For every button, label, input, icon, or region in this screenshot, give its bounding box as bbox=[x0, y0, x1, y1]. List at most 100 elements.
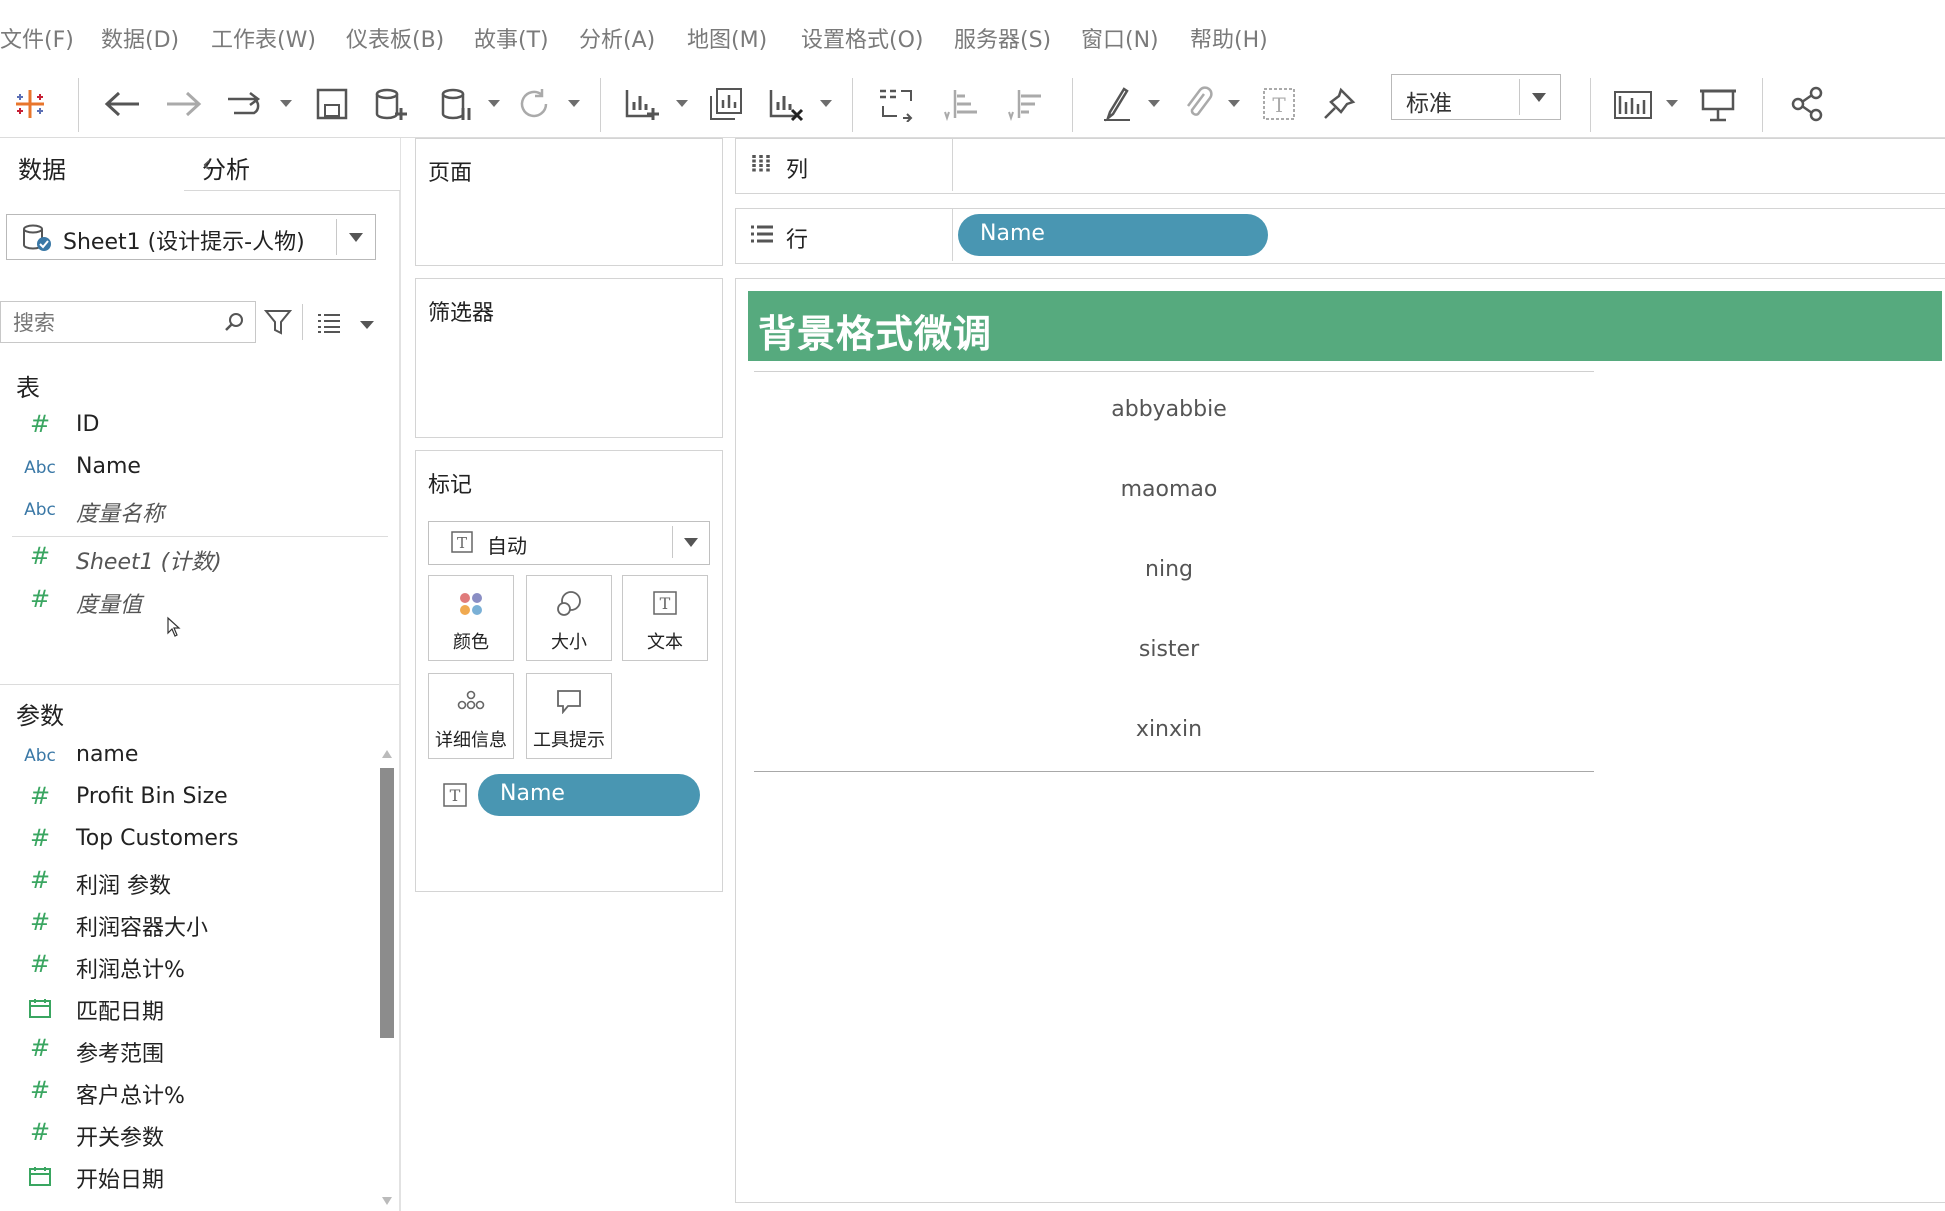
columns-shelf-label: 列 bbox=[736, 139, 953, 191]
filter-icon[interactable] bbox=[263, 308, 293, 340]
scroll-down-icon[interactable] bbox=[382, 1197, 392, 1205]
detail-button[interactable]: 详细信息 bbox=[428, 673, 514, 759]
redo-icon[interactable] bbox=[162, 82, 206, 126]
dimension-string-icon: Abc bbox=[24, 458, 56, 478]
menu-worksheet[interactable]: 工作表(W) bbox=[211, 22, 316, 54]
fit-select-value: 标准 bbox=[1406, 91, 1452, 117]
table-row[interactable]: sister bbox=[748, 637, 1590, 662]
save-icon[interactable] bbox=[312, 82, 352, 126]
pill-label: Name bbox=[980, 221, 1045, 246]
filters-card[interactable]: 筛选器 bbox=[415, 278, 723, 438]
sort-descending-icon[interactable] bbox=[1004, 82, 1048, 126]
parameter-item[interactable]: Abc name bbox=[0, 738, 390, 778]
rows-shelf[interactable]: 行 Name bbox=[735, 208, 1945, 264]
new-datasource-icon[interactable] bbox=[370, 82, 412, 126]
menu-window[interactable]: 窗口(N) bbox=[1081, 22, 1159, 54]
menu-map[interactable]: 地图(M) bbox=[687, 22, 767, 54]
detail-label: 详细信息 bbox=[435, 730, 507, 751]
list-view-icon[interactable] bbox=[316, 312, 342, 338]
show-mark-labels-icon[interactable]: T bbox=[1258, 82, 1300, 126]
rows-shelf-label: 行 bbox=[736, 209, 953, 261]
marks-name-pill[interactable]: Name bbox=[478, 774, 700, 816]
mark-type-select[interactable]: T 自动 bbox=[428, 521, 710, 565]
parameter-item[interactable]: # 参考范围 bbox=[0, 1032, 390, 1072]
tab-analysis[interactable]: 分析 ‹ bbox=[184, 138, 400, 191]
table-row[interactable]: abbyabbie bbox=[748, 397, 1590, 422]
tab-data[interactable]: 数据 bbox=[0, 138, 185, 190]
chevron-left-icon[interactable]: ‹ bbox=[202, 150, 382, 178]
tooltip-button[interactable]: 工具提示 bbox=[526, 673, 612, 759]
color-icon bbox=[429, 590, 513, 618]
parameters-scrollbar[interactable] bbox=[380, 750, 394, 1205]
field-item[interactable]: # Sheet1 (计数) bbox=[0, 540, 390, 580]
menu-file[interactable]: 文件(F) bbox=[0, 22, 74, 54]
tableau-logo-icon[interactable] bbox=[10, 82, 50, 126]
field-item[interactable]: # ID bbox=[0, 408, 390, 448]
pages-card[interactable]: 页面 bbox=[415, 138, 723, 266]
chevron-down-icon bbox=[684, 538, 698, 547]
worksheet-title[interactable]: 背景格式微调 bbox=[748, 291, 1942, 361]
marks-card: 标记 T 自动 颜色 大小 T 文本 详细信息 工具提示 T Name bbox=[415, 450, 723, 892]
sort-ascending-icon[interactable] bbox=[940, 82, 984, 126]
worksheet-view: 背景格式微调 abbyabbie maomao ning sister xinx… bbox=[735, 278, 1945, 1203]
table-row[interactable]: xinxin bbox=[748, 717, 1590, 742]
field-item[interactable]: Abc Name bbox=[0, 450, 390, 490]
text-button[interactable]: T 文本 bbox=[622, 575, 708, 661]
swap-rows-columns-icon[interactable] bbox=[874, 82, 918, 126]
parameter-item[interactable]: # 利润总计% bbox=[0, 948, 390, 988]
parameter-item[interactable]: # Profit Bin Size bbox=[0, 780, 390, 820]
field-item[interactable]: Abc 度量名称 bbox=[0, 492, 390, 532]
parameter-item[interactable]: 开始日期 bbox=[0, 1158, 390, 1198]
scroll-up-icon[interactable] bbox=[382, 750, 392, 758]
tab-data-label: 数据 bbox=[18, 156, 66, 184]
columns-shelf[interactable]: 列 bbox=[735, 138, 1945, 194]
table-row[interactable]: ning bbox=[748, 557, 1590, 582]
clear-sheet-icon[interactable] bbox=[764, 82, 808, 126]
search-icon[interactable] bbox=[223, 311, 245, 337]
menu-format[interactable]: 设置格式(O) bbox=[801, 22, 923, 54]
menu-help[interactable]: 帮助(H) bbox=[1190, 22, 1268, 54]
datasource-name: Sheet1 (设计提示-人物) bbox=[63, 230, 305, 255]
color-label: 颜色 bbox=[453, 632, 489, 653]
menu-analysis[interactable]: 分析(A) bbox=[579, 22, 655, 54]
fit-select[interactable]: 标准 bbox=[1391, 74, 1561, 120]
table-row[interactable]: maomao bbox=[748, 477, 1590, 502]
pin-axis-icon[interactable] bbox=[1318, 82, 1360, 126]
menu-server[interactable]: 服务器(S) bbox=[954, 22, 1051, 54]
show-me-icon[interactable] bbox=[1610, 82, 1658, 126]
color-button[interactable]: 颜色 bbox=[428, 575, 514, 661]
menu-dashboard[interactable]: 仪表板(B) bbox=[346, 22, 444, 54]
field-item[interactable]: # 度量值 bbox=[0, 583, 390, 623]
field-search[interactable] bbox=[0, 301, 256, 343]
parameter-item[interactable]: # Top Customers bbox=[0, 822, 390, 862]
parameter-item[interactable]: 匹配日期 bbox=[0, 990, 390, 1030]
parameter-name: 开关参数 bbox=[76, 1126, 165, 1151]
pause-updates-icon[interactable] bbox=[222, 82, 268, 126]
scrollbar-thumb[interactable] bbox=[380, 768, 394, 1038]
menu-bar: 文件(F) 数据(D) 工作表(W) 仪表板(B) 故事(T) 分析(A) 地图… bbox=[0, 0, 1945, 70]
chevron-down-icon[interactable] bbox=[360, 321, 374, 329]
measure-number-icon: # bbox=[29, 410, 51, 438]
datasource-select[interactable]: Sheet1 (设计提示-人物) bbox=[6, 214, 376, 260]
new-worksheet-icon[interactable] bbox=[620, 82, 664, 126]
parameter-item[interactable]: # 利润容器大小 bbox=[0, 906, 390, 946]
parameter-item[interactable]: # 开关参数 bbox=[0, 1116, 390, 1156]
duplicate-sheet-icon[interactable] bbox=[704, 82, 748, 126]
refresh-icon[interactable] bbox=[512, 82, 556, 126]
parameter-number-icon: # bbox=[29, 1076, 51, 1104]
parameter-number-icon: # bbox=[29, 782, 51, 810]
undo-icon[interactable] bbox=[100, 82, 144, 126]
size-button[interactable]: 大小 bbox=[526, 575, 612, 661]
presentation-mode-icon[interactable] bbox=[1694, 82, 1742, 126]
menu-story[interactable]: 故事(T) bbox=[474, 22, 549, 54]
highlight-icon[interactable] bbox=[1096, 82, 1140, 126]
pause-auto-update-datasource-icon[interactable] bbox=[436, 82, 478, 126]
share-icon[interactable] bbox=[1786, 82, 1830, 126]
parameter-item[interactable]: # 利润 参数 bbox=[0, 864, 390, 904]
search-input[interactable] bbox=[11, 308, 215, 338]
rows-name-pill[interactable]: Name bbox=[958, 214, 1268, 256]
menu-data[interactable]: 数据(D) bbox=[101, 22, 179, 54]
parameter-item[interactable]: # 客户总计% bbox=[0, 1074, 390, 1114]
parameters-label: 参数 bbox=[16, 702, 64, 730]
group-members-icon[interactable] bbox=[1176, 82, 1220, 126]
